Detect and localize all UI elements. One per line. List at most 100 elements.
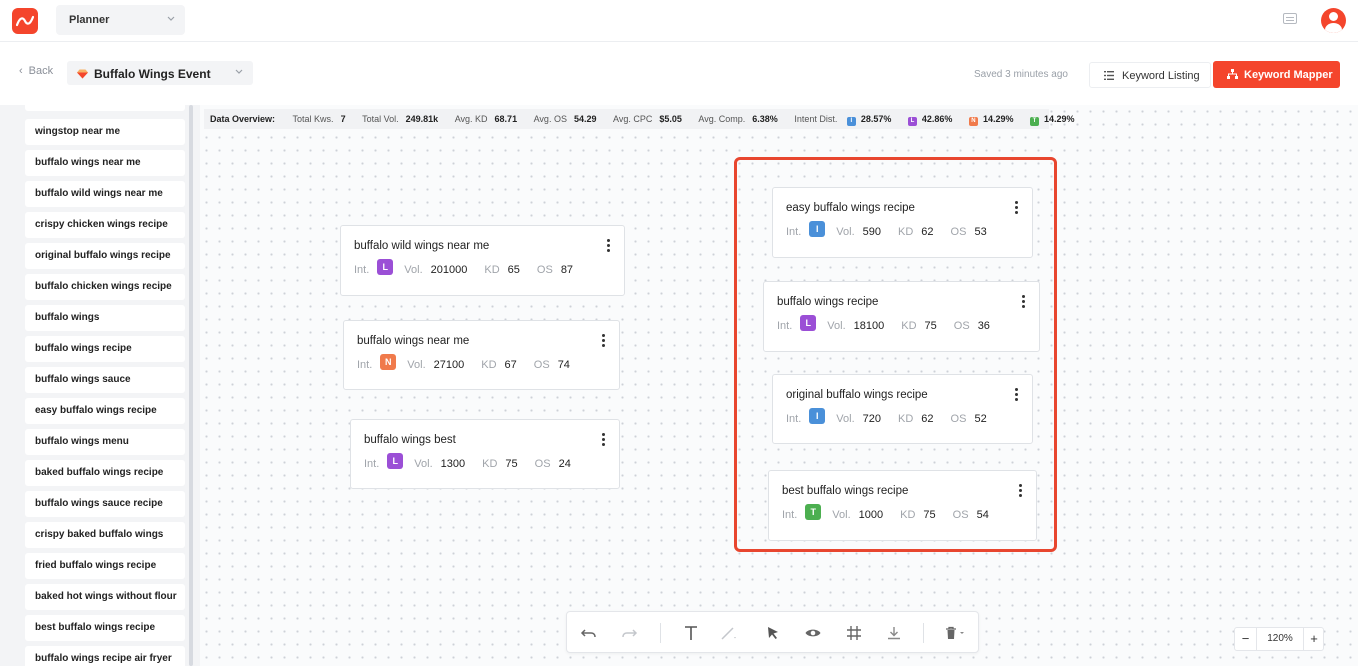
zoom-out-button[interactable]: − <box>1235 628 1257 650</box>
os-label: OS <box>952 509 969 522</box>
avg-os-label: Avg. OS <box>533 114 567 124</box>
list-item[interactable]: fried buffalo wings recipe <box>25 553 185 579</box>
card-keyword: original buffalo wings recipe <box>786 389 928 401</box>
int-label: Int. <box>782 509 798 522</box>
avg-kd-label: Avg. KD <box>454 114 488 124</box>
more-vertical-icon[interactable] <box>1022 295 1025 308</box>
kd-value: 67 <box>504 359 517 372</box>
app-logo-icon[interactable] <box>12 8 38 34</box>
list-item[interactable]: buffalo wings recipe <box>25 336 185 362</box>
os-value: 24 <box>558 458 571 471</box>
keyword-card[interactable]: best buffalo wings recipe Int. T Vol. 1000 K… <box>768 470 1037 541</box>
vol-label: Vol. <box>836 226 855 239</box>
more-vertical-icon[interactable] <box>602 334 605 347</box>
card-stats: Int. L Vol. 1300 KD 75 OS 24 <box>364 453 588 471</box>
list-item[interactable]: buffalo wings near me <box>25 150 185 176</box>
back-label: Back <box>28 65 54 77</box>
list-item[interactable]: baked buffalo wings recipe <box>25 460 185 486</box>
os-label: OS <box>953 320 970 333</box>
vol-label: Vol. <box>836 413 855 426</box>
zoom-in-button[interactable]: + <box>1303 628 1324 650</box>
list-item[interactable]: wingstop near me <box>25 119 185 145</box>
list-item[interactable]: crispy baked buffalo wings <box>25 522 185 548</box>
vol-value: 1000 <box>858 509 884 522</box>
vol-value: 27100 <box>433 359 465 372</box>
avatar[interactable] <box>1321 8 1346 33</box>
keyword-listing-button[interactable]: Keyword Listing <box>1089 62 1211 88</box>
list-item[interactable]: buffalo wild wings near me <box>25 181 185 207</box>
vol-value: 590 <box>862 226 882 239</box>
pointer-icon[interactable] <box>764 624 782 642</box>
keyword-card[interactable]: original buffalo wings recipe Int. I Vol. 7… <box>772 374 1033 444</box>
avg-kd-value: 68.71 <box>494 114 518 124</box>
list-item[interactable]: buffalo wings recipe air fryer <box>25 646 185 666</box>
kd-label: KD <box>898 413 914 426</box>
more-vertical-icon[interactable] <box>602 433 605 446</box>
more-vertical-icon[interactable] <box>1015 201 1018 214</box>
list-item[interactable]: buffalo wings <box>25 305 185 331</box>
sidebar-scrollbar[interactable] <box>189 105 193 666</box>
data-overview-bar: Data Overview: Total Kws. 7 Total Vol. 249… <box>204 109 1075 129</box>
list-item[interactable]: easy buffalo wings recipe <box>25 398 185 424</box>
more-vertical-icon[interactable] <box>1019 484 1022 497</box>
vol-value: 1300 <box>440 458 466 471</box>
total-vol-label: Total Vol. <box>362 114 399 124</box>
list-item[interactable]: best buffalo wings recipe <box>25 615 185 641</box>
list-item[interactable]: buffalo chicken wings recipe <box>25 274 185 300</box>
os-value: 52 <box>974 413 987 426</box>
undo-icon[interactable] <box>580 624 598 642</box>
kd-value: 75 <box>923 509 936 522</box>
list-item[interactable]: crispy chicken wings recipe <box>25 212 185 238</box>
more-vertical-icon[interactable] <box>1015 388 1018 401</box>
total-kws-value: 7 <box>340 114 346 124</box>
toolbar-divider <box>660 623 661 643</box>
redo-icon[interactable] <box>620 624 638 642</box>
kd-value: 75 <box>924 320 937 333</box>
event-dropdown[interactable]: Buffalo Wings Event <box>67 61 253 85</box>
keyword-card[interactable]: buffalo wild wings near me Int. L Vol. 2010… <box>340 225 625 296</box>
back-button[interactable]: ‹ Back <box>19 65 53 77</box>
grid-icon[interactable] <box>845 624 863 642</box>
keyword-mapper-button[interactable]: Keyword Mapper <box>1213 61 1340 88</box>
planner-dropdown[interactable]: Planner <box>56 5 185 35</box>
keyword-card[interactable]: buffalo wings near me Int. N Vol. 27100 KD 67… <box>343 320 620 390</box>
download-icon[interactable] <box>885 624 903 642</box>
chevron-down-icon <box>167 16 175 21</box>
vol-value: 18100 <box>853 320 885 333</box>
eye-icon[interactable] <box>804 624 822 642</box>
keyword-card[interactable]: buffalo wings best Int. L Vol. 1300 KD 75 OS 24 <box>350 419 620 489</box>
card-stats: Int. L Vol. 18100 KD 75 OS 36 <box>777 315 1007 333</box>
planner-label: Planner <box>69 14 110 26</box>
chevron-left-icon: ‹ <box>19 65 23 77</box>
list-icon <box>1104 71 1114 80</box>
keyword-card[interactable]: buffalo wings recipe Int. L Vol. 18100 KD 75 O… <box>763 281 1040 352</box>
text-icon[interactable] <box>682 624 700 642</box>
list-item[interactable] <box>25 105 185 111</box>
keyword-sidebar: wingstop near me buffalo wings near me b… <box>0 105 200 666</box>
card-keyword: buffalo wings recipe <box>777 296 879 308</box>
intent-dist-label: Intent Dist. <box>794 114 838 124</box>
os-value: 36 <box>977 320 990 333</box>
list-item[interactable]: original buffalo wings recipe <box>25 243 185 269</box>
avg-os-value: 54.29 <box>573 114 597 124</box>
os-label: OS <box>533 359 550 372</box>
card-keyword: buffalo wings near me <box>357 335 470 347</box>
keyboard-icon[interactable] <box>1283 13 1297 24</box>
zoom-level: 120% <box>1267 633 1293 644</box>
int-label: Int. <box>786 413 802 426</box>
more-vertical-icon[interactable] <box>607 239 610 252</box>
kd-label: KD <box>898 226 914 239</box>
trash-icon[interactable] <box>943 624 967 642</box>
vol-label: Vol. <box>414 458 433 471</box>
int-label: Int. <box>357 359 373 372</box>
kd-label: KD <box>901 320 917 333</box>
list-item[interactable]: buffalo wings sauce <box>25 367 185 393</box>
keyword-card[interactable]: easy buffalo wings recipe Int. I Vol. 590 KD… <box>772 187 1033 258</box>
toolbar-divider <box>923 623 924 643</box>
list-item[interactable]: buffalo wings menu <box>25 429 185 455</box>
list-item[interactable]: buffalo wings sauce recipe <box>25 491 185 517</box>
line-icon[interactable] <box>719 624 737 642</box>
kd-label: KD <box>482 458 498 471</box>
list-item[interactable]: baked hot wings without flour <box>25 584 185 610</box>
kd-value: 65 <box>507 264 520 277</box>
